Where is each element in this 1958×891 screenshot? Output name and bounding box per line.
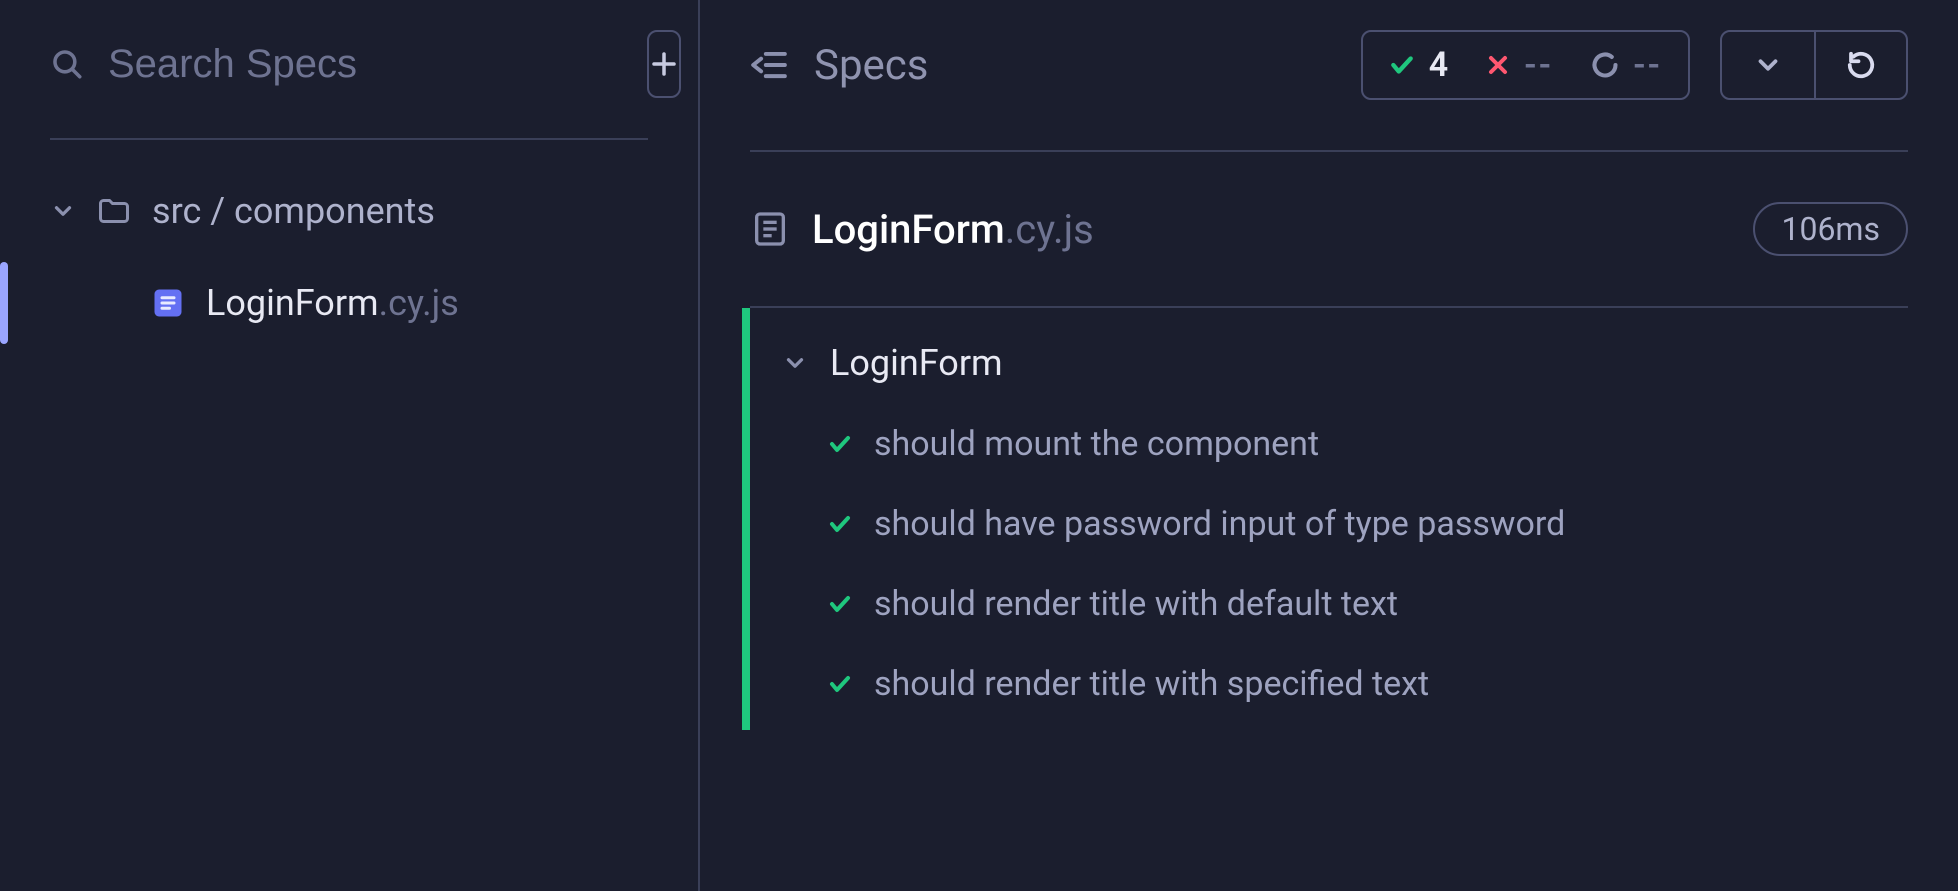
document-icon [750,209,790,249]
chevron-down-icon [782,350,808,376]
search-specs-input[interactable] [108,42,623,87]
stat-pending: -- [1591,45,1662,85]
suite-row[interactable]: LoginForm [750,314,1908,404]
runner-main: Specs 4 [700,0,1958,891]
stat-pending-count: -- [1633,45,1662,85]
stat-failed-count: -- [1524,45,1553,85]
spec-file-icon [150,285,186,321]
running-spec-name: LoginForm [812,206,1005,253]
folder-path: src / components [152,190,435,232]
new-spec-button[interactable] [647,30,681,98]
stat-passed: 4 [1389,45,1448,85]
stat-failed: -- [1486,45,1553,85]
chevron-down-icon [1753,50,1783,80]
check-icon [828,672,852,696]
expand-button[interactable] [1722,32,1814,98]
test-title: should mount the component [874,424,1319,464]
folder-row[interactable]: src / components [50,180,648,262]
suite-name: LoginForm [830,342,1003,384]
spec-file-ext: .cy.js [379,282,459,324]
x-icon [1486,53,1510,77]
test-title: should have password input of type passw… [874,504,1565,544]
back-specs-icon[interactable] [750,46,788,84]
check-icon [1389,52,1415,78]
active-spec-indicator [0,262,8,344]
test-row[interactable]: should have password input of type passw… [750,484,1908,564]
spec-file-item[interactable]: LoginForm.cy.js [50,262,648,344]
test-title: should render title with specified text [874,664,1429,704]
page-title: Specs [814,41,928,90]
reload-icon [1846,50,1876,80]
search-icon [50,47,84,81]
test-title: should render title with default text [874,584,1398,624]
check-icon [828,512,852,536]
pending-icon [1591,51,1619,79]
folder-icon [96,193,132,229]
running-spec-ext: .cy.js [1005,206,1094,253]
spec-file-name: LoginForm [206,282,379,324]
check-icon [828,432,852,456]
duration-badge: 106ms [1753,202,1908,256]
specs-sidebar: src / components LoginForm.cy.js [0,0,700,891]
test-row[interactable]: should mount the component [750,404,1908,484]
check-icon [828,592,852,616]
spec-header: LoginForm.cy.js 106ms [750,152,1908,308]
test-row[interactable]: should render title with default text [750,564,1908,644]
stat-passed-count: 4 [1429,45,1448,85]
results-panel: LoginForm should mount the component sho… [742,308,1908,730]
search-wrap [50,42,623,87]
chevron-down-icon [50,198,76,224]
test-stats: 4 -- [1361,30,1690,100]
plus-icon [649,49,679,79]
test-row[interactable]: should render title with specified text [750,644,1908,724]
rerun-button[interactable] [1814,32,1906,98]
